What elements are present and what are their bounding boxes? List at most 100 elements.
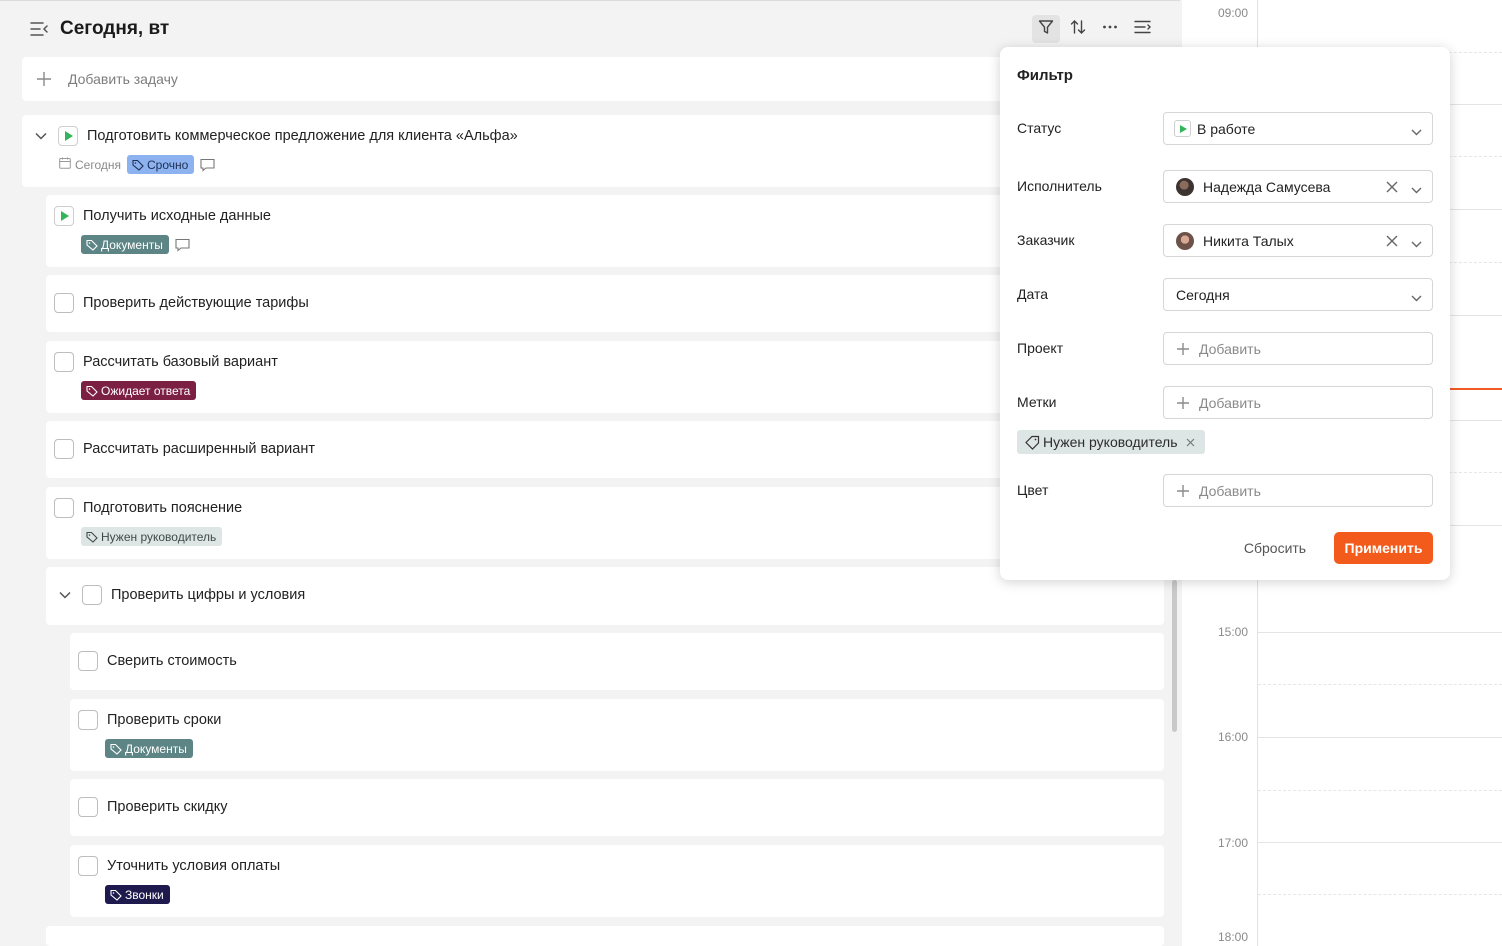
color-add-field[interactable]: Добавить [1163,474,1433,507]
scrollbar[interactable] [1172,580,1177,732]
status-in-progress-icon[interactable] [54,206,74,226]
calendar-icon [59,157,71,172]
task-card[interactable]: Рассчитать базовый вариант Ожидает ответ… [46,341,1164,413]
task-title: Рассчитать расширенный вариант [83,441,315,457]
tag[interactable]: Срочно [127,155,195,174]
page-title: Сегодня, вт [60,18,170,39]
tag[interactable]: Документы [81,235,169,254]
collapse-menu-icon[interactable] [28,18,50,40]
tag-label: Нужен руководитель [101,529,217,544]
plus-icon [1176,484,1199,498]
customer-select[interactable]: Никита Талых [1163,224,1433,257]
chevron-down-icon[interactable] [34,129,48,143]
status-value: В работе [1197,120,1256,137]
task-card[interactable]: Подготовить пояснение Нужен руководитель [46,487,1164,559]
filter-button[interactable] [1032,15,1060,43]
task-checkbox[interactable] [78,651,98,671]
hour-line [1258,842,1502,843]
task-checkbox[interactable] [78,710,98,730]
chevron-down-icon [1411,123,1422,139]
tag-label: Документы [101,237,163,252]
top-divider [0,0,1180,1]
task-checkbox[interactable] [78,856,98,876]
remove-icon[interactable] [1186,438,1195,447]
list-settings-button[interactable] [1128,15,1156,43]
status-select[interactable]: В работе [1163,112,1433,145]
plus-icon [1176,396,1199,410]
half-hour-line [1258,894,1502,895]
customer-label: Заказчик [1017,232,1075,248]
task-title: Проверить скидку [107,799,228,815]
task-card[interactable]: Проверить действующие тарифы [46,275,1164,332]
task-card[interactable]: Проверить сроки Документы [70,699,1164,771]
task-checkbox[interactable] [54,352,74,372]
task-checkbox[interactable] [78,797,98,817]
clear-icon[interactable] [1386,234,1398,250]
assignee-label: Исполнитель [1017,178,1102,194]
clear-icon[interactable] [1386,180,1398,196]
task-checkbox[interactable] [54,293,74,313]
sort-button[interactable] [1064,15,1092,43]
labels-placeholder: Добавить [1199,394,1261,411]
half-hour-line [1258,790,1502,791]
task-card[interactable] [46,926,1164,946]
more-button[interactable] [1096,15,1124,43]
half-hour-line [1258,684,1502,685]
filter-title: Фильтр [1017,67,1073,84]
task-card[interactable]: Подготовить коммерческое предложение для… [22,115,1164,187]
task-card[interactable]: Рассчитать расширенный вариант [46,421,1164,478]
labels-add-field[interactable]: Добавить [1163,386,1433,419]
tag-label: Ожидает ответа [101,383,191,398]
project-add-field[interactable]: Добавить [1163,332,1433,365]
apply-button[interactable]: Применить [1334,532,1433,564]
comment-icon[interactable] [200,158,216,172]
tag[interactable]: Звонки [105,885,170,904]
task-card[interactable]: Получить исходные данные Документы [46,195,1164,267]
tag-icon [1025,435,1043,450]
comment-icon[interactable] [175,238,191,252]
date-label: Дата [1017,286,1049,302]
chevron-down-icon[interactable] [58,588,72,602]
filter-icon [1038,19,1054,40]
tag[interactable]: Ожидает ответа [81,381,197,400]
project-label: Проект [1017,340,1064,356]
tag-label: Звонки [125,887,164,902]
task-card[interactable]: Проверить цифры и условия [46,567,1164,625]
status-in-progress-icon[interactable] [58,126,78,146]
task-title: Получить исходные данные [83,208,271,224]
hour-label: 17:00 [1218,836,1249,850]
add-task-bar[interactable]: Добавить задачу [22,57,1164,101]
task-title: Уточнить условия оплаты [107,858,281,874]
status-in-progress-icon [1174,120,1191,137]
tag[interactable]: Документы [105,739,193,758]
selected-label-text: Нужен руководитель [1043,434,1178,450]
task-card[interactable]: Уточнить условия оплаты Звонки [70,845,1164,917]
color-label: Цвет [1017,482,1049,498]
hour-label: 09:00 [1218,6,1249,20]
task-card[interactable]: Проверить скидку [70,779,1164,836]
task-checkbox[interactable] [54,439,74,459]
task-checkbox[interactable] [54,498,74,518]
project-placeholder: Добавить [1199,340,1261,357]
tag-label: Документы [125,741,187,756]
date-select[interactable]: Сегодня [1163,278,1433,311]
task-card[interactable]: Сверить стоимость [70,633,1164,690]
task-checkbox[interactable] [82,585,102,605]
filter-popup: Фильтр Статус В работе Исполнитель Надеж… [1000,47,1450,580]
reset-button[interactable]: Сбросить [1232,532,1318,564]
plus-icon [1176,342,1199,356]
hour-line [1258,737,1502,738]
hour-label: 16:00 [1218,730,1249,744]
color-placeholder: Добавить [1199,482,1261,499]
hour-line [1258,632,1502,633]
labels-label: Метки [1017,394,1057,410]
task-title: Сверить стоимость [107,653,237,669]
selected-label-chip[interactable]: Нужен руководитель [1017,430,1205,454]
chevron-down-icon [1411,289,1422,305]
assignee-select[interactable]: Надежда Самусева [1163,170,1433,203]
tag[interactable]: Нужен руководитель [81,527,223,546]
task-title: Рассчитать базовый вариант [83,354,278,370]
task-title: Проверить цифры и условия [111,587,306,603]
task-title: Подготовить коммерческое предложение для… [87,128,518,144]
hour-label: 18:00 [1218,930,1249,944]
